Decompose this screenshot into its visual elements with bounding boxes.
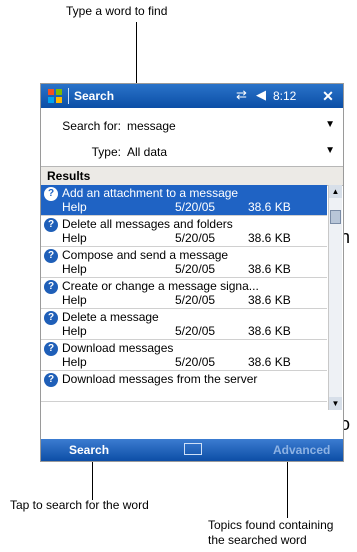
item-size: 38.6 KB [248,324,291,338]
help-icon: ? [44,373,58,387]
search-softkey[interactable]: Search [69,443,109,457]
vertical-scrollbar[interactable]: ▲ ▼ [328,185,342,410]
scroll-up-arrow-icon[interactable]: ▲ [329,185,342,198]
item-category: Help [62,293,87,307]
item-category: Help [62,231,87,245]
callout-type-word: Type a word to find [66,4,168,18]
item-date: 5/20/05 [175,293,216,307]
menu-bar: Search Advanced [41,439,343,461]
item-category: Help [62,324,87,338]
type-label: Type: [91,145,121,159]
scroll-down-arrow-icon[interactable]: ▼ [329,397,342,410]
keyboard-icon[interactable] [184,443,202,455]
list-item[interactable]: ? Create or change a message signa... He… [41,278,327,309]
list-item[interactable]: ? Delete a message Help 5/20/05 38.6 KB [41,309,327,340]
item-date: 5/20/05 [175,200,216,214]
item-title: Download messages [62,341,174,355]
item-title: Delete all messages and folders [62,217,233,231]
results-list: ? Add an attachment to a message Help 5/… [41,185,327,410]
callout-topics-2: the searched word [208,533,307,547]
device-screen: Search ⇄ ◀ 8:12 ✕ Search for: message ▼ … [40,83,344,462]
item-category: Help [62,262,87,276]
callout-tap-search: Tap to search for the word [10,498,149,512]
search-for-row: Search for: message ▼ [41,114,343,138]
list-item[interactable]: ? Add an attachment to a message Help 5/… [41,185,327,216]
item-title: Create or change a message signa... [62,279,259,293]
help-icon: ? [44,342,58,356]
connectivity-icon[interactable]: ⇄ [236,87,247,103]
help-icon: ? [44,311,58,325]
type-row: Type: All data ▼ [41,140,343,164]
help-icon: ? [44,187,58,201]
item-size: 38.6 KB [248,262,291,276]
chevron-down-icon[interactable]: ▼ [325,145,335,156]
item-size: 38.6 KB [248,200,291,214]
item-date: 5/20/05 [175,231,216,245]
title-separator [68,88,69,104]
item-title: Compose and send a message [62,248,229,262]
help-icon: ? [44,218,58,232]
help-icon: ? [44,280,58,294]
item-size: 38.6 KB [248,355,291,369]
callout-line-topics [287,460,288,518]
item-title: Add an attachment to a message [62,186,239,200]
item-category: Help [62,355,87,369]
clock[interactable]: 8:12 [273,89,296,103]
item-title: Delete a message [62,310,159,324]
list-item[interactable]: ? Download messages from the server [41,371,327,402]
callout-topics-1: Topics found containing [208,518,334,532]
item-title: Download messages from the server [62,372,258,386]
type-select[interactable]: All data [127,145,167,159]
advanced-softkey[interactable]: Advanced [273,443,330,457]
results-header-label: Results [47,169,91,183]
start-menu-flag-icon[interactable] [47,88,63,104]
search-input[interactable]: message [127,119,176,133]
results-header: Results [41,166,343,186]
close-icon[interactable]: ✕ [320,88,336,104]
chevron-down-icon[interactable]: ▼ [325,119,335,130]
item-date: 5/20/05 [175,355,216,369]
volume-icon[interactable]: ◀ [256,87,266,103]
list-item[interactable]: ? Compose and send a message Help 5/20/0… [41,247,327,278]
list-item[interactable]: ? Download messages Help 5/20/05 38.6 KB [41,340,327,371]
list-item[interactable]: ? Delete all messages and folders Help 5… [41,216,327,247]
item-date: 5/20/05 [175,262,216,276]
item-size: 38.6 KB [248,231,291,245]
help-icon: ? [44,249,58,263]
window-title: Search [74,89,115,103]
search-for-label: Search for: [62,119,121,133]
scroll-thumb[interactable] [330,210,341,224]
item-category: Help [62,200,87,214]
item-date: 5/20/05 [175,324,216,338]
item-size: 38.6 KB [248,293,291,307]
title-bar: Search ⇄ ◀ 8:12 ✕ [41,84,343,108]
